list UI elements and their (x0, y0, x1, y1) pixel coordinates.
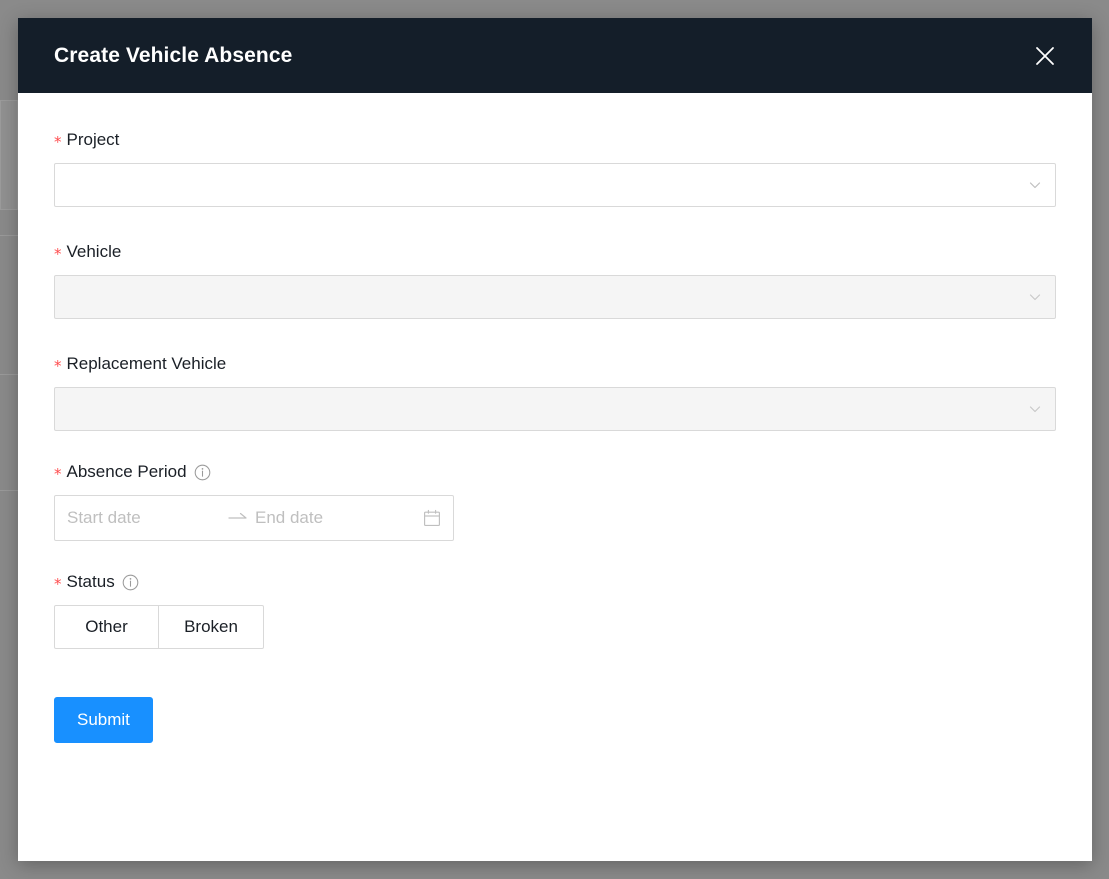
replacement-vehicle-label-text: Replacement Vehicle (67, 353, 227, 375)
project-label: * Project (54, 129, 1056, 151)
chevron-down-icon (1028, 402, 1042, 416)
spacer (54, 431, 1056, 461)
form-item-absence-period: * Absence Period Start date En (54, 461, 1056, 541)
end-date-input[interactable]: End date (255, 508, 400, 528)
replacement-vehicle-select[interactable] (54, 387, 1056, 431)
project-label-text: Project (67, 129, 120, 151)
vehicle-label: * Vehicle (54, 241, 1056, 263)
form-item-project: * Project (54, 129, 1056, 207)
range-separator-icon (227, 511, 249, 525)
spacer (54, 207, 1056, 241)
close-icon[interactable] (1028, 39, 1062, 73)
vehicle-label-text: Vehicle (67, 241, 122, 263)
vehicle-select[interactable] (54, 275, 1056, 319)
create-vehicle-absence-modal: Create Vehicle Absence * Project (18, 18, 1092, 861)
spacer (54, 319, 1056, 353)
project-select[interactable] (54, 163, 1056, 207)
status-label: * Status (54, 571, 1056, 593)
info-circle-icon[interactable] (194, 464, 211, 481)
absence-period-date-range-picker[interactable]: Start date End date (54, 495, 454, 541)
submit-button[interactable]: Submit (54, 697, 153, 743)
status-option-other[interactable]: Other (54, 605, 159, 649)
status-label-text: Status (67, 571, 115, 593)
absence-period-label-text: Absence Period (67, 461, 187, 483)
chevron-down-icon (1028, 178, 1042, 192)
spacer (54, 541, 1056, 571)
modal-body: * Project * Vehicle (18, 93, 1092, 861)
background-divider (0, 374, 18, 375)
form-item-status: * Status Other Broken (54, 571, 1056, 649)
start-date-input[interactable]: Start date (67, 508, 227, 528)
required-marker: * (54, 467, 62, 482)
absence-period-label: * Absence Period (54, 461, 1056, 483)
required-marker: * (54, 247, 62, 262)
background-divider (0, 490, 18, 491)
chevron-down-icon (1028, 290, 1042, 304)
required-marker: * (54, 577, 62, 592)
background-panel (0, 100, 18, 210)
status-option-broken[interactable]: Broken (159, 605, 264, 649)
background-divider (0, 235, 18, 236)
form-item-replacement-vehicle: * Replacement Vehicle (54, 353, 1056, 431)
modal-title: Create Vehicle Absence (54, 44, 292, 68)
form-item-vehicle: * Vehicle (54, 241, 1056, 319)
info-circle-icon[interactable] (122, 574, 139, 591)
status-radio-group: Other Broken (54, 605, 1056, 649)
replacement-vehicle-label: * Replacement Vehicle (54, 353, 1056, 375)
required-marker: * (54, 359, 62, 374)
calendar-icon (423, 509, 441, 527)
modal-header: Create Vehicle Absence (18, 18, 1092, 93)
required-marker: * (54, 135, 62, 150)
